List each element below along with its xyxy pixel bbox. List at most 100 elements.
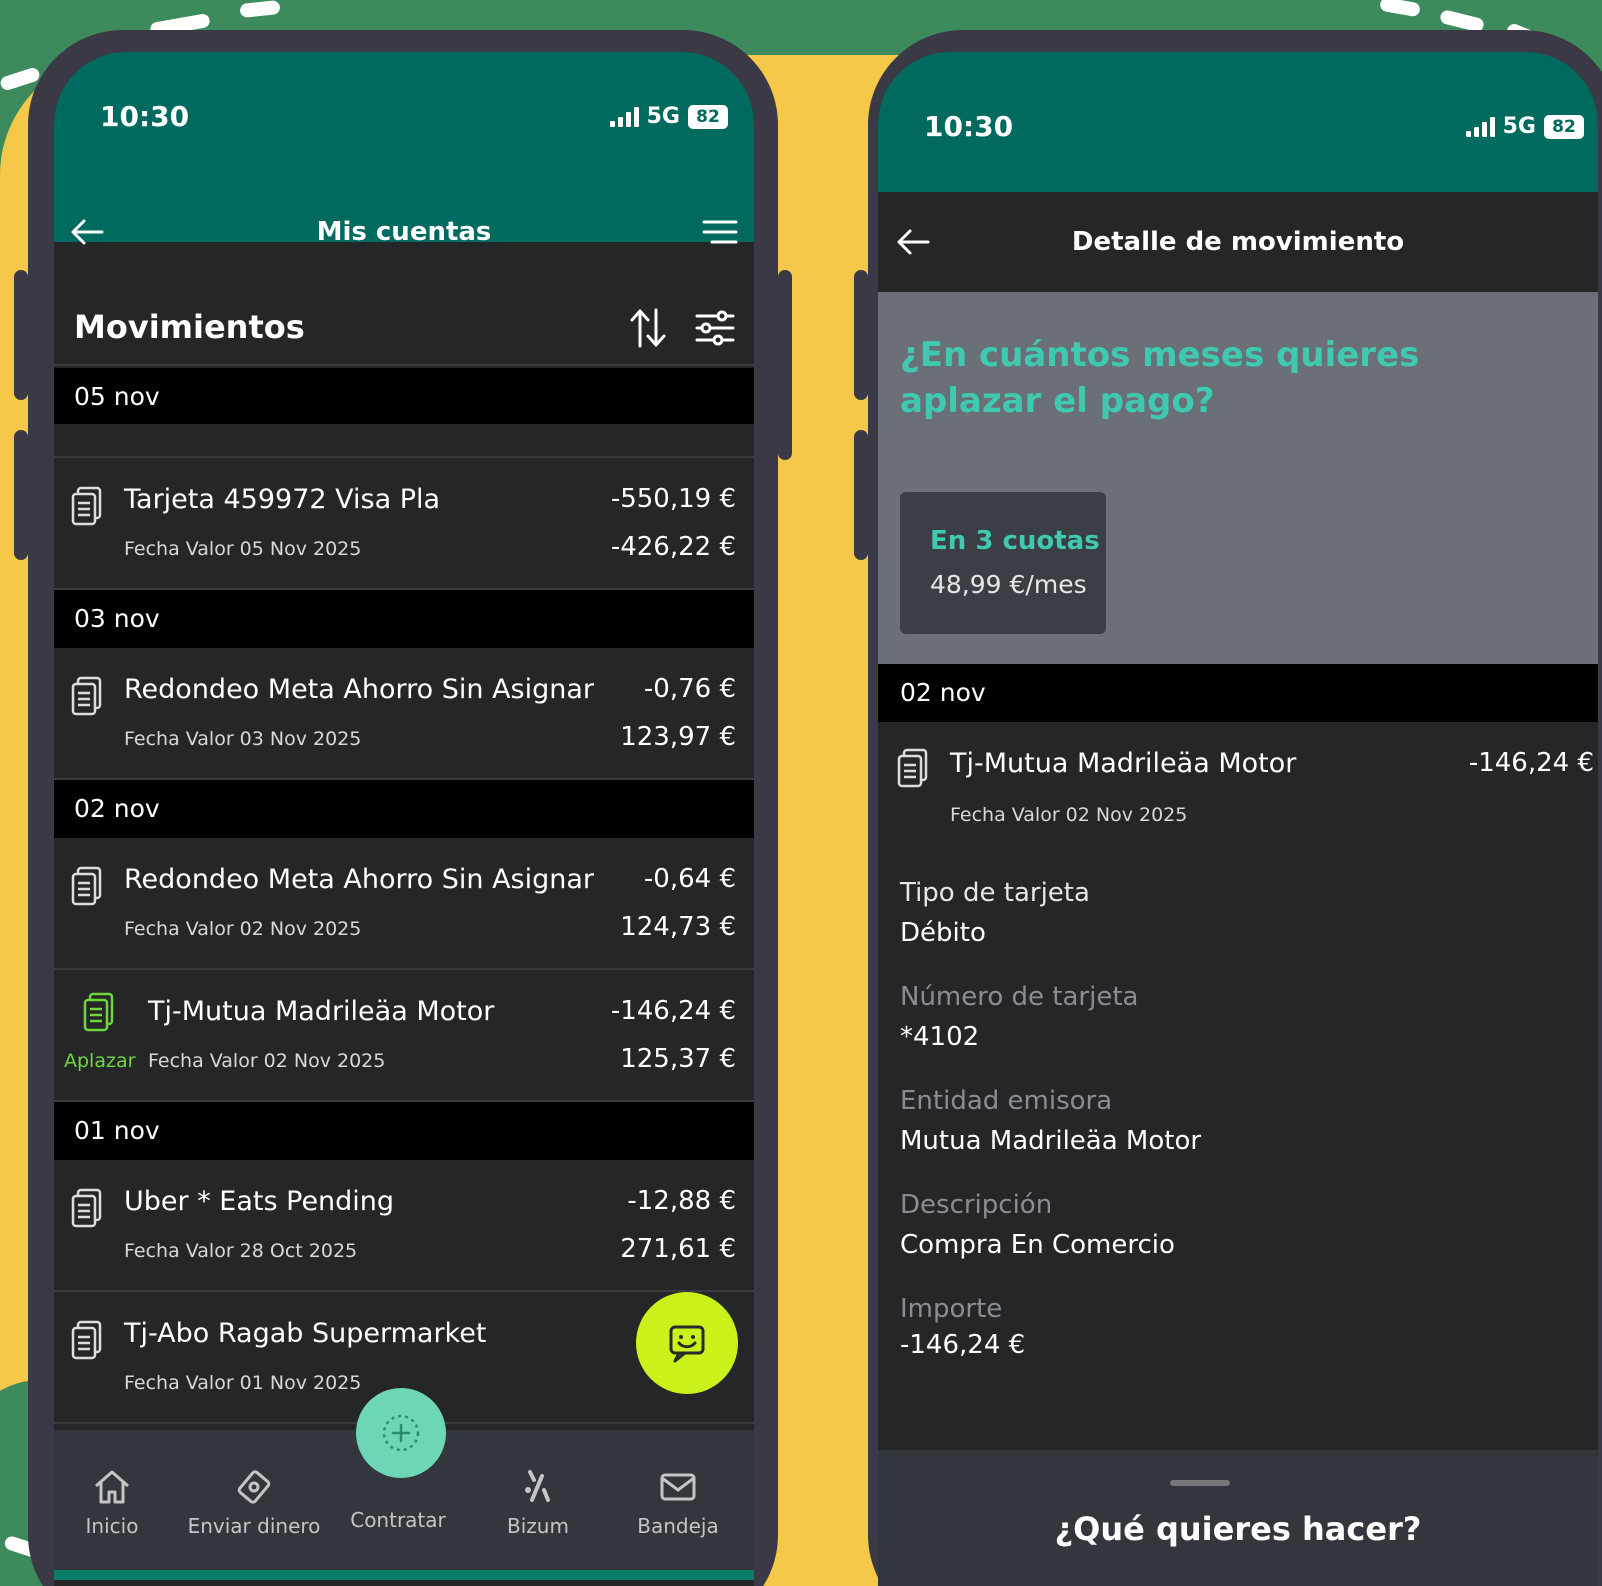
detail-value: Débito [900, 918, 986, 948]
menu-icon[interactable] [700, 212, 740, 252]
transaction-amount: -12,88 € [627, 1186, 736, 1216]
filter-icon[interactable] [694, 308, 736, 348]
nav-bandeja[interactable]: Bandeja [608, 1468, 748, 1538]
transaction-balance: 124,73 € [620, 912, 736, 942]
movements-header: Movimientos [54, 288, 754, 366]
nav-label: Contratar [350, 1508, 446, 1532]
detail-card-number: Número de tarjeta *4102 [900, 982, 1598, 1052]
phone-side-button [854, 270, 868, 400]
transaction-name: Tarjeta 459972 Visa Pla [124, 484, 441, 515]
detail-label: Número de tarjeta [900, 982, 1139, 1012]
transaction-row[interactable]: Redondeo Meta Ahorro Sin Asignar Fecha V… [54, 648, 754, 780]
nav-bizum[interactable]: Bizum [468, 1468, 608, 1538]
transaction-date: Fecha Valor 01 Nov 2025 [124, 1372, 362, 1394]
document-icon [897, 748, 928, 788]
detail-description: Descripción Compra En Comercio [900, 1190, 1598, 1260]
transaction-amount: -146,24 € [610, 996, 736, 1026]
document-icon [71, 676, 102, 716]
nav-enviar-dinero[interactable]: Enviar dinero [184, 1468, 324, 1538]
page-title: Detalle de movimiento [1071, 227, 1405, 257]
transaction-balance: 271,61 € [620, 1234, 736, 1264]
transaction-name: Redondeo Meta Ahorro Sin Asignar [124, 864, 595, 895]
nav-contratar[interactable]: Contratar [328, 1508, 468, 1532]
app-header: Mis cuentas [54, 202, 754, 262]
quota-option-amount: 48,99 €/mes [930, 570, 1087, 599]
defer-question: ¿En cuántos meses quieres aplazar el pag… [900, 335, 1420, 421]
network-label: 5G [1502, 114, 1536, 139]
quota-option-card[interactable]: En 3 cuotas 48,99 €/mes [900, 492, 1106, 634]
phone-side-button [854, 430, 868, 560]
detail-label: Tipo de tarjeta [900, 878, 1090, 908]
detail-value: *4102 [900, 1022, 980, 1052]
detail-label: Importe [900, 1294, 1003, 1324]
date-group-header: 01 nov [54, 1102, 754, 1160]
battery-icon: 82 [1544, 114, 1584, 139]
status-time: 10:30 [924, 110, 1014, 143]
phone-side-button [14, 430, 28, 560]
action-sheet[interactable]: ¿Qué quieres hacer? [878, 1450, 1598, 1586]
action-sheet-title: ¿Qué quieres hacer? [1054, 1510, 1422, 1548]
bizum-icon [525, 1470, 550, 1502]
transaction-name: Tj-Mutua Madrileäa Motor [950, 748, 1297, 779]
transaction-date: Fecha Valor 28 Oct 2025 [124, 1240, 358, 1262]
detail-issuer: Entidad emisora Mutua Madrileäa Motor [900, 1086, 1598, 1156]
nav-inicio[interactable]: Inicio [54, 1468, 182, 1538]
sort-icon[interactable] [628, 306, 668, 350]
transaction-amount: -0,64 € [643, 864, 736, 894]
document-icon [71, 486, 102, 526]
detail-value: Compra En Comercio [900, 1230, 1175, 1260]
phone-power-button [778, 270, 792, 460]
aplazar-link[interactable]: Aplazar [64, 1050, 135, 1072]
transaction-date: Fecha Valor 05 Nov 2025 [124, 538, 362, 560]
page-title: Mis cuentas [316, 217, 492, 247]
defer-payment-panel: ¿En cuántos meses quieres aplazar el pag… [878, 292, 1598, 664]
status-bar: 10:30 5G 82 [878, 52, 1598, 192]
document-icon [71, 1188, 102, 1228]
status-bar: 10:30 5G 82 Mis cuentas [54, 52, 754, 247]
transaction-date: Fecha Valor 03 Nov 2025 [124, 728, 362, 750]
transaction-name: Tj-Mutua Madrileäa Motor [148, 996, 495, 1027]
nav-label: Bizum [507, 1514, 569, 1538]
nav-accent-line [54, 1570, 754, 1580]
app-header: Detalle de movimiento [878, 192, 1598, 292]
back-arrow-icon[interactable] [68, 212, 108, 252]
date-group-header: 05 nov [54, 368, 754, 426]
transaction-balance: 125,37 € [620, 1044, 736, 1074]
transaction-name: Redondeo Meta Ahorro Sin Asignar [124, 674, 595, 705]
transaction-summary: Tj-Mutua Madrileäa Motor Fecha Valor 02 … [878, 722, 1598, 842]
date-group-header: 02 nov [54, 780, 754, 838]
transaction-name: Tj-Abo Ragab Supermarket [124, 1318, 487, 1349]
back-arrow-icon[interactable] [894, 222, 934, 262]
nav-label: Inicio [85, 1514, 139, 1538]
transaction-row[interactable]: Tarjeta 459972 Visa Pla Fecha Valor 05 N… [54, 458, 754, 590]
nav-label: Bandeja [637, 1514, 719, 1538]
signal-icon [1465, 116, 1495, 137]
date-group-header: 03 nov [54, 590, 754, 648]
transaction-row[interactable]: Redondeo Meta Ahorro Sin Asignar Fecha V… [54, 838, 754, 970]
transaction-amount: -146,24 € [1468, 748, 1594, 778]
phone-frame-right: 10:30 5G 82 Detalle de movimiento ¿En cu… [854, 30, 1602, 1586]
send-money-icon [237, 1470, 271, 1504]
transaction-row[interactable]: Uber * Eats Pending Fecha Valor 28 Oct 2… [54, 1160, 754, 1292]
transaction-date: Fecha Valor 02 Nov 2025 [950, 804, 1188, 826]
detail-label: Entidad emisora [900, 1086, 1113, 1116]
transaction-row-deferrable[interactable]: Tj-Mutua Madrileäa Motor Aplazar Fecha V… [54, 970, 754, 1102]
detail-amount: Importe -146,24 € [900, 1294, 1598, 1360]
chat-assistant-button[interactable] [636, 1292, 738, 1394]
phone-frame-left: 10:30 5G 82 Mis cuentas Movimientos 05 n… [14, 30, 792, 1586]
network-label: 5G [646, 104, 680, 129]
document-icon-green [83, 992, 114, 1032]
transaction-date: Fecha Valor 02 Nov 2025 [148, 1050, 386, 1072]
sheet-drag-handle[interactable] [1170, 1480, 1230, 1486]
decor-dash [239, 0, 281, 19]
transaction-name: Uber * Eats Pending [124, 1186, 395, 1217]
signal-icon [609, 106, 639, 127]
detail-value: -146,24 € [900, 1330, 1026, 1360]
decor-dash [1379, 0, 1421, 18]
transaction-date: Fecha Valor 02 Nov 2025 [124, 918, 362, 940]
mail-icon [660, 1473, 696, 1501]
document-icon [71, 866, 102, 906]
chat-smile-icon [669, 1325, 705, 1363]
home-icon [95, 1470, 129, 1504]
contratar-fab[interactable] [356, 1388, 446, 1478]
